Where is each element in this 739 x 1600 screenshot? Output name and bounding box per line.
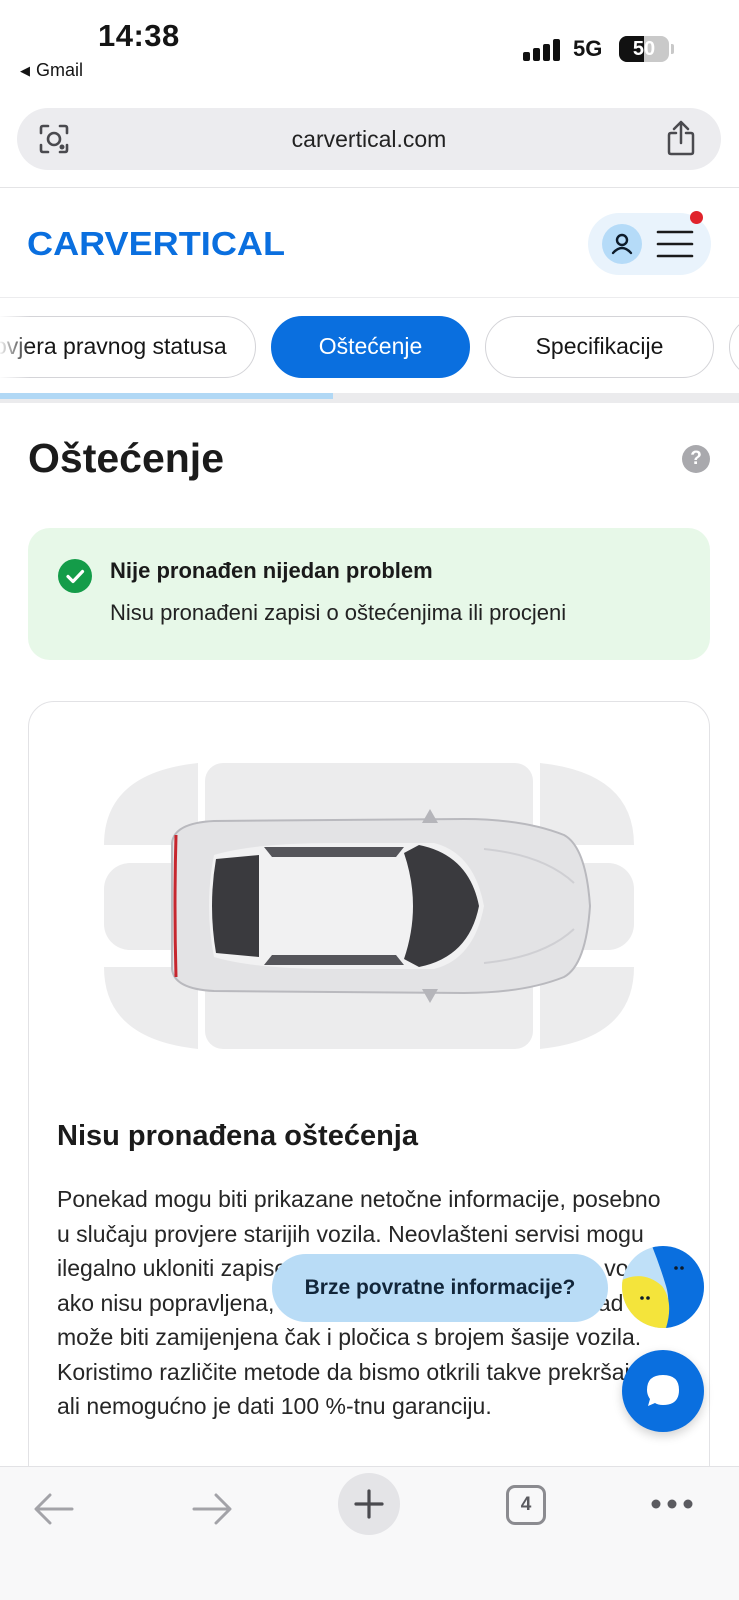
back-to-app-link[interactable]: ◀ Gmail: [20, 60, 83, 81]
banner-subtitle: Nisu pronađeni zapisi o oštećenjima ili …: [110, 600, 567, 625]
chat-bubble-icon: [647, 1375, 679, 1406]
plus-icon: [354, 1489, 384, 1519]
battery-tip: [671, 44, 674, 54]
tab-label: Oštećenje: [318, 333, 423, 359]
new-tab-button[interactable]: [338, 1473, 400, 1535]
divider: [0, 187, 739, 188]
tabs-scroll-progress: [0, 393, 333, 399]
user-icon: [611, 233, 633, 255]
tab-next[interactable]: [729, 316, 739, 378]
more-options-icon[interactable]: [650, 1498, 694, 1510]
svg-text:CARVERTICAL: CARVERTICAL: [27, 225, 285, 262]
tabs-scroll-track: [0, 393, 739, 403]
url-text[interactable]: carvertical.com: [17, 108, 721, 170]
help-icon[interactable]: ?: [682, 445, 710, 473]
mascot-icon[interactable]: [622, 1246, 704, 1328]
browser-toolbar: 4: [0, 1466, 739, 1600]
battery-percent: 50: [632, 38, 656, 60]
status-time: 14:38: [98, 18, 180, 53]
tabs-fade: [0, 316, 30, 380]
car-top-view: [171, 809, 592, 1003]
battery-icon: 50: [619, 36, 669, 62]
tab-specifications[interactable]: Specifikacije: [485, 316, 714, 378]
back-app-label: Gmail: [36, 60, 84, 80]
divider: [0, 297, 739, 298]
hamburger-menu-icon[interactable]: [656, 229, 694, 259]
forward-arrow-icon[interactable]: [190, 1491, 234, 1527]
tab-damage[interactable]: Oštećenje: [271, 316, 470, 378]
header-actions: [588, 211, 711, 275]
back-arrow-icon[interactable]: [32, 1491, 76, 1527]
no-issues-banner: Nije pronađen nijedan problem Nisu prona…: [28, 528, 710, 660]
car-damage-diagram: [104, 763, 634, 1049]
tab-label: Specifikacije: [535, 333, 664, 359]
chat-button[interactable]: [622, 1350, 704, 1432]
tab-label: Provjera pravnog statusa: [0, 333, 227, 359]
damage-heading: Nisu pronađena oštećenja: [57, 1120, 418, 1152]
carvertical-logo[interactable]: CARVERTICAL: [27, 222, 289, 262]
notification-dot: [690, 211, 703, 224]
share-icon[interactable]: [665, 120, 697, 156]
lens-icon[interactable]: [37, 122, 71, 156]
status-bar: 14:38 ◀ Gmail 5G 50: [0, 0, 739, 100]
check-circle-icon: [58, 559, 92, 593]
tabs-switcher-button[interactable]: 4: [506, 1485, 546, 1525]
banner-title: Nije pronađen nijedan problem: [110, 558, 433, 583]
tab-legal-status[interactable]: Provjera pravnog statusa: [0, 316, 256, 378]
signal-icon: [523, 39, 561, 61]
address-bar[interactable]: carvertical.com: [17, 108, 721, 170]
back-triangle-icon: ◀: [20, 62, 30, 78]
page-title: Oštećenje: [28, 435, 224, 481]
network-type: 5G: [573, 36, 603, 61]
section-tabs: Provjera pravnog statusa Oštećenje Speci…: [0, 316, 739, 380]
account-button[interactable]: [602, 224, 642, 264]
feedback-button[interactable]: Brze povratne informacije?: [272, 1254, 608, 1322]
